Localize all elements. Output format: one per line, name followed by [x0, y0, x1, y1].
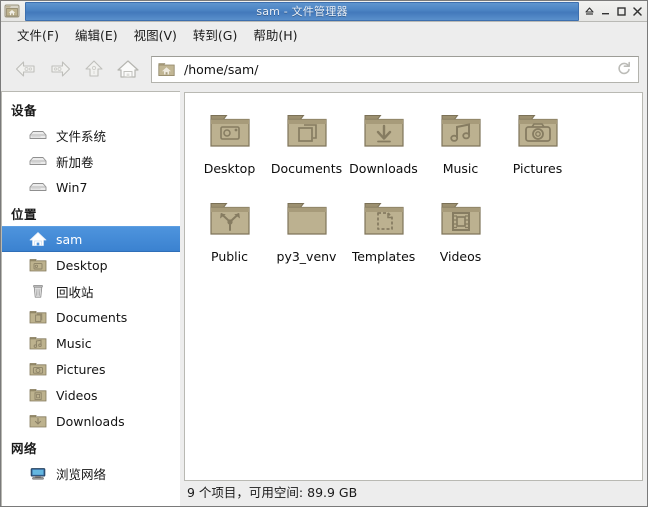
- home-icon: [28, 230, 48, 248]
- reload-icon[interactable]: [613, 58, 635, 80]
- file-item-public[interactable]: Public: [191, 191, 268, 279]
- folder-pictures-icon: [514, 107, 562, 155]
- sidebar-item-label: Desktop: [56, 258, 108, 273]
- window-home-folder-icon: [4, 3, 20, 19]
- file-item-label: Downloads: [349, 161, 418, 176]
- folder-downloads-icon: [360, 107, 408, 155]
- sidebar-item-label: Pictures: [56, 362, 106, 377]
- menu-go[interactable]: 转到(G): [185, 23, 245, 46]
- title-strip: sam - 文件管理器: [25, 2, 579, 21]
- sidebar-group-devices-title: 设备: [2, 96, 180, 122]
- sidebar-item-videos[interactable]: Videos: [2, 382, 180, 408]
- sidebar-item-label: Documents: [56, 310, 127, 325]
- file-item-pictures[interactable]: Pictures: [499, 103, 576, 191]
- file-item-label: Videos: [440, 249, 482, 264]
- menu-view[interactable]: 视图(V): [126, 23, 185, 46]
- file-item-templates[interactable]: Templates: [345, 191, 422, 279]
- shade-button[interactable]: [581, 3, 597, 20]
- maximize-button[interactable]: [613, 3, 629, 20]
- sidebar-item-label: 文件系统: [56, 126, 106, 145]
- file-item-desktop[interactable]: Desktop: [191, 103, 268, 191]
- folder-public-icon: [206, 195, 254, 243]
- drive-icon: [28, 152, 48, 170]
- sidebar-item-label: Win7: [56, 180, 87, 195]
- menu-file[interactable]: 文件(F): [9, 23, 67, 46]
- sidebar-item-browse-network[interactable]: 浏览网络: [2, 460, 180, 486]
- back-button[interactable]: [9, 54, 43, 84]
- file-item-label: py3_venv: [277, 249, 337, 264]
- folder-downloads-icon: [28, 412, 48, 430]
- up-button[interactable]: [77, 54, 111, 84]
- file-item-label: Templates: [352, 249, 416, 264]
- sidebar-item-label: Videos: [56, 388, 98, 403]
- close-button[interactable]: [629, 3, 645, 20]
- sidebar: 设备 文件系统: [1, 91, 180, 506]
- folder-desktop-icon: [206, 107, 254, 155]
- window-body: 设备 文件系统: [1, 91, 647, 506]
- path-bar[interactable]: /home/sam/: [151, 56, 639, 83]
- sidebar-item-music[interactable]: Music: [2, 330, 180, 356]
- file-manager-window: sam - 文件管理器 文件(F) 编辑(E) 视图(V): [0, 0, 648, 507]
- drive-icon: [28, 178, 48, 196]
- sidebar-group-places-title: 位置: [2, 200, 180, 226]
- folder-pictures-icon: [28, 360, 48, 378]
- tool-bar: /home/sam/: [1, 47, 647, 91]
- file-item-videos[interactable]: Videos: [422, 191, 499, 279]
- forward-button[interactable]: [43, 54, 77, 84]
- sidebar-item-win7[interactable]: Win7: [2, 174, 180, 200]
- sidebar-item-documents[interactable]: Documents: [2, 304, 180, 330]
- folder-documents-icon: [28, 308, 48, 326]
- sidebar-item-label: 新加卷: [56, 152, 94, 171]
- file-item-label: Music: [443, 161, 479, 176]
- sidebar-item-label: Music: [56, 336, 92, 351]
- window-title: sam - 文件管理器: [256, 3, 347, 19]
- drive-icon: [28, 126, 48, 144]
- file-item-label: Desktop: [204, 161, 256, 176]
- sidebar-item-label: sam: [56, 232, 82, 247]
- folder-videos-icon: [437, 195, 485, 243]
- path-input[interactable]: /home/sam/: [184, 62, 613, 77]
- file-item-py3-venv[interactable]: py3_venv: [268, 191, 345, 279]
- folder-music-icon: [437, 107, 485, 155]
- sidebar-item-label: 回收站: [56, 282, 94, 301]
- file-item-label: Pictures: [513, 161, 563, 176]
- sidebar-item-pictures[interactable]: Pictures: [2, 356, 180, 382]
- sidebar-item-filesystem[interactable]: 文件系统: [2, 122, 180, 148]
- file-item-downloads[interactable]: Downloads: [345, 103, 422, 191]
- sidebar-item-sam[interactable]: sam: [2, 226, 180, 252]
- menu-edit[interactable]: 编辑(E): [67, 23, 126, 46]
- trash-icon: [28, 282, 48, 300]
- sidebar-item-downloads[interactable]: Downloads: [2, 408, 180, 434]
- menu-bar: 文件(F) 编辑(E) 视图(V) 转到(G) 帮助(H): [1, 22, 647, 47]
- folder-desktop-icon: [28, 256, 48, 274]
- folder-documents-icon: [283, 107, 331, 155]
- file-item-label: Public: [211, 249, 248, 264]
- file-list-pane[interactable]: Desktop Documents: [184, 92, 643, 481]
- folder-home-icon: [158, 62, 175, 77]
- minimize-button[interactable]: [597, 3, 613, 20]
- network-computer-icon: [28, 464, 48, 482]
- file-item-documents[interactable]: Documents: [268, 103, 345, 191]
- sidebar-item-label: 浏览网络: [56, 464, 106, 483]
- sidebar-item-newvolume[interactable]: 新加卷: [2, 148, 180, 174]
- title-bar: sam - 文件管理器: [1, 1, 647, 22]
- sidebar-item-label: Downloads: [56, 414, 125, 429]
- home-button[interactable]: [111, 54, 145, 84]
- folder-plain-icon: [283, 195, 331, 243]
- menu-help[interactable]: 帮助(H): [245, 23, 305, 46]
- sidebar-group-network-title: 网络: [2, 434, 180, 460]
- folder-templates-icon: [360, 195, 408, 243]
- file-item-label: Documents: [271, 161, 342, 176]
- sidebar-item-trash[interactable]: 回收站: [2, 278, 180, 304]
- status-bar: 9 个项目，可用空间: 89.9 GB: [184, 481, 643, 502]
- content-column: Desktop Documents: [180, 91, 647, 506]
- folder-music-icon: [28, 334, 48, 352]
- folder-videos-icon: [28, 386, 48, 404]
- file-item-music[interactable]: Music: [422, 103, 499, 191]
- sidebar-item-desktop[interactable]: Desktop: [2, 252, 180, 278]
